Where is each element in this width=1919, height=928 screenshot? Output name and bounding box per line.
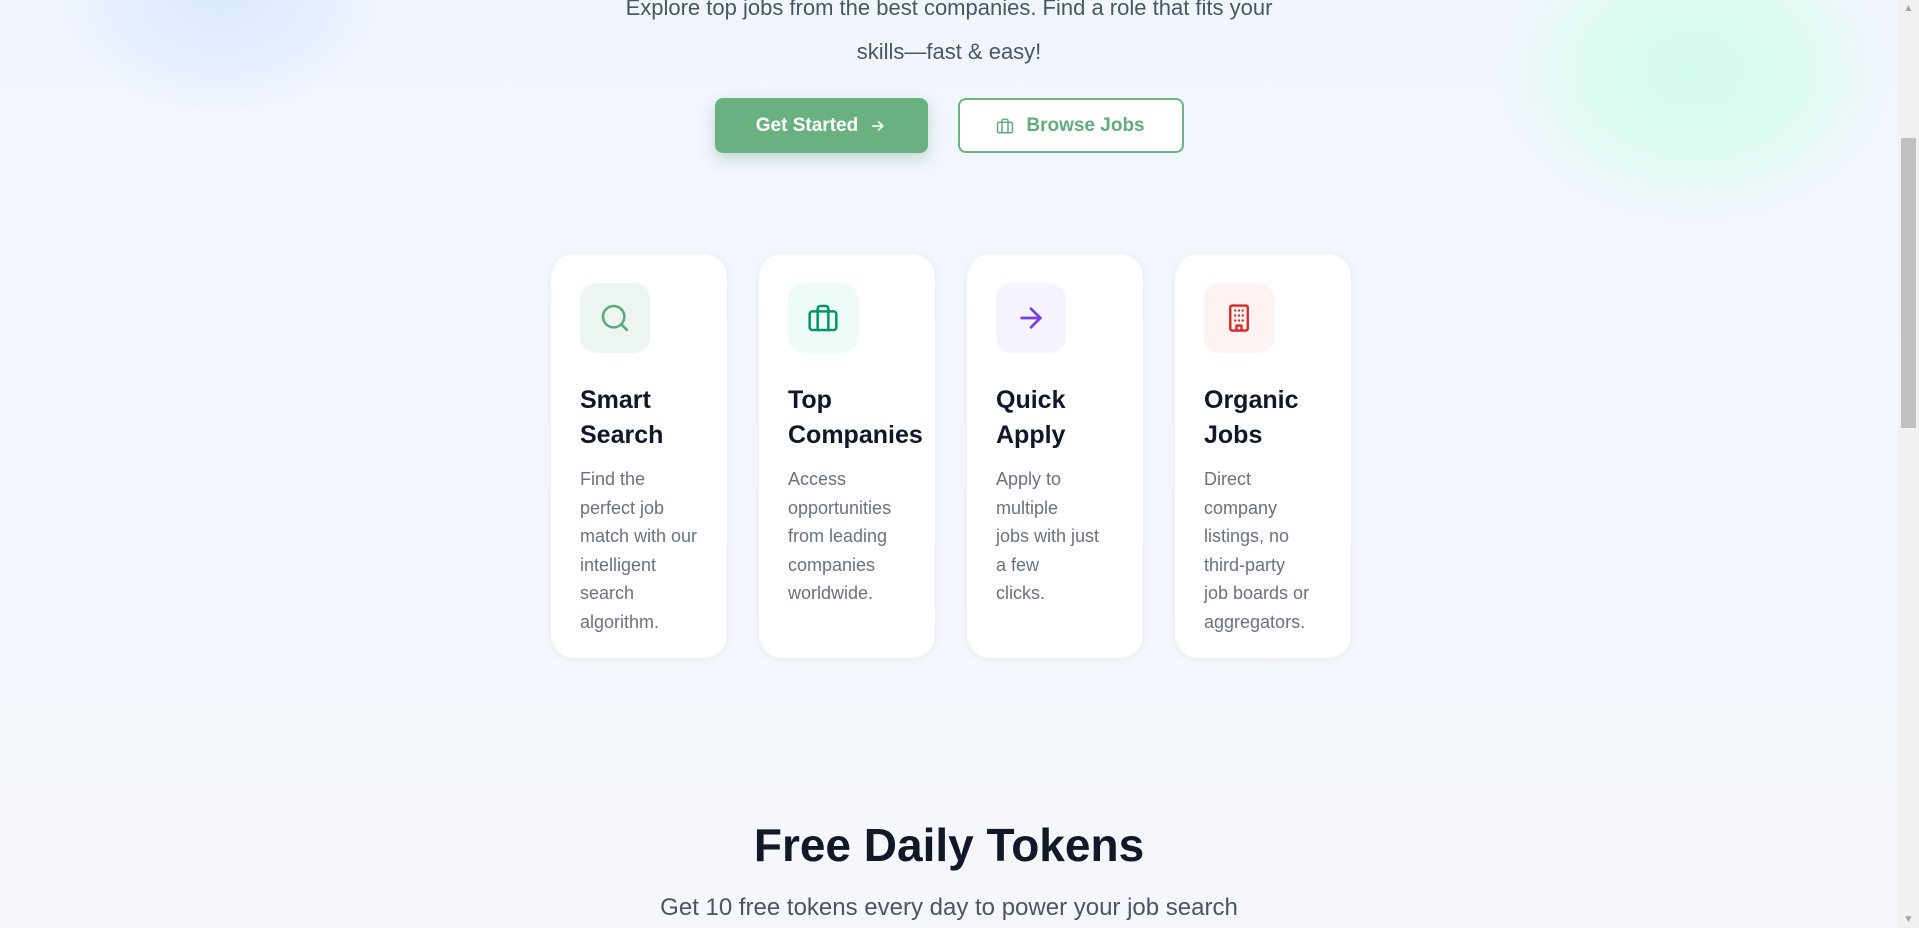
scroll-up-arrow-icon[interactable]: ▲ [1898, 0, 1919, 17]
building-icon [1204, 283, 1274, 353]
scrollbar-thumb[interactable] [1901, 138, 1916, 428]
feature-description: Direct company listings, no third-party … [1204, 469, 1310, 632]
search-icon [580, 283, 650, 353]
browse-jobs-button[interactable]: Browse Jobs [957, 98, 1184, 153]
feature-title: Smart Search [580, 386, 664, 449]
hero-cta-row: Get Started Browse Jobs [0, 98, 1898, 153]
arrow-right-icon [996, 283, 1066, 353]
hero-subtitle-line-2: skills—fast & easy! [856, 39, 1042, 64]
page-viewport: Explore top jobs from the best companies… [0, 0, 1898, 928]
feature-title: Organic Jobs [1204, 386, 1299, 449]
scroll-down-arrow-icon[interactable]: ▼ [1898, 911, 1919, 928]
hero-subtitle: Explore top jobs from the best companies… [0, 0, 1898, 74]
feature-description: Access opportunities from leading compan… [788, 469, 892, 603]
vertical-scrollbar[interactable]: ▲ ▼ [1898, 0, 1919, 928]
feature-card-smart-search: Smart Search Find the perfect job match … [550, 253, 728, 659]
tokens-section-title: Free Daily Tokens [753, 819, 1145, 871]
feature-description: Apply to multiple jobs with just a few c… [996, 469, 1100, 603]
feature-title: Quick Apply [996, 386, 1066, 449]
briefcase-icon [788, 283, 858, 353]
get-started-button[interactable]: Get Started [714, 98, 928, 153]
feature-description: Find the perfect job match with our inte… [580, 469, 698, 632]
feature-card-quick-apply: Quick Apply Apply to multiple jobs with … [966, 253, 1144, 659]
feature-title: Top Companies [788, 386, 923, 449]
feature-card-organic-jobs: Organic Jobs Direct company listings, no… [1174, 253, 1352, 659]
browse-jobs-label: Browse Jobs [1026, 114, 1145, 136]
hero-subtitle-line-1: Explore top jobs from the best companies… [625, 0, 1273, 20]
briefcase-icon [996, 117, 1014, 135]
tokens-section-subtitle: Get 10 free tokens every day to power yo… [660, 894, 1238, 921]
feature-cards: Smart Search Find the perfect job match … [550, 253, 1352, 659]
get-started-label: Get Started [755, 114, 859, 136]
feature-card-top-companies: Top Companies Access opportunities from … [758, 253, 936, 659]
arrow-right-icon [870, 118, 886, 134]
